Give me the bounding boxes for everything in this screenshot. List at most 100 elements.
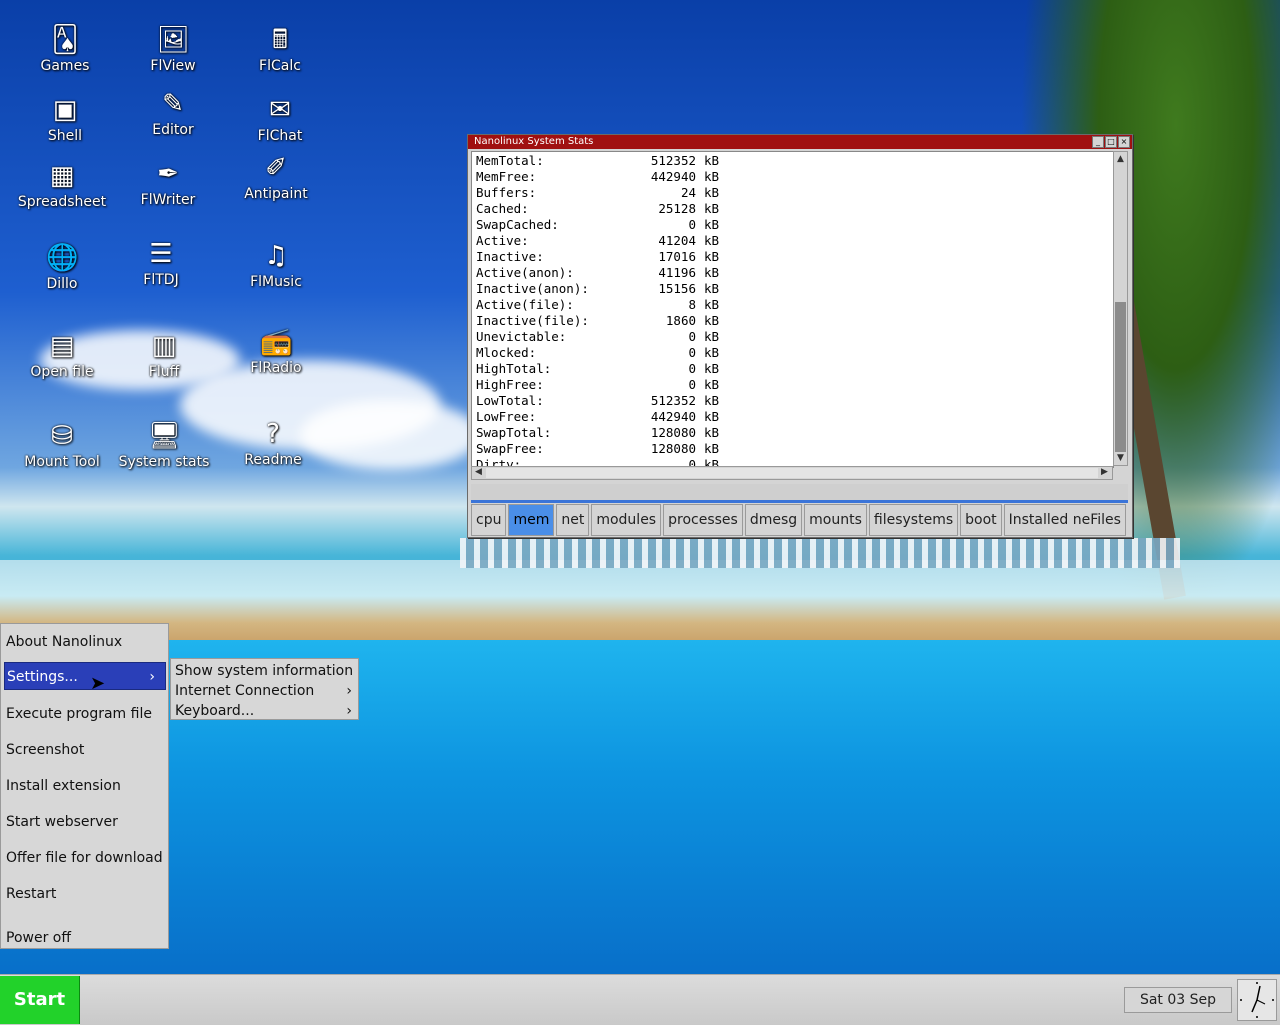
taskbar-date[interactable]: Sat 03 Sep bbox=[1124, 987, 1232, 1013]
stat-key: Inactive: bbox=[476, 249, 544, 264]
tab-dmesg[interactable]: dmesg bbox=[744, 504, 803, 536]
desktop-icon-games[interactable]: 🂡 Games bbox=[10, 24, 120, 74]
monitor-icon: 🖥 bbox=[148, 421, 182, 451]
desktop-icon-dillo[interactable]: 🌐 Dillo bbox=[7, 242, 117, 292]
stat-row: LowFree: 442940 kB bbox=[476, 409, 719, 425]
desktop-icon-label: FlCalc bbox=[259, 58, 301, 74]
stat-key: SwapCached: bbox=[476, 217, 559, 232]
desktop-icon-fluff[interactable]: ▥ Fluff bbox=[109, 330, 219, 380]
menu-item-start-webserver[interactable]: Start webserver bbox=[4, 808, 166, 836]
writer-pen-icon: ✒ bbox=[157, 159, 179, 189]
stat-key: HighTotal: bbox=[476, 361, 552, 376]
menu-item-about-nanolinux[interactable]: About Nanolinux bbox=[4, 628, 166, 656]
stat-value: 128080 bbox=[650, 441, 696, 456]
stat-key: Active: bbox=[476, 233, 529, 248]
vertical-scrollbar[interactable]: ▲ ▼ bbox=[1113, 151, 1128, 466]
scroll-right-icon[interactable]: ▶ bbox=[1098, 465, 1111, 479]
tab-mem[interactable]: mem bbox=[508, 504, 555, 536]
desktop-icon-label: Open file bbox=[30, 364, 94, 380]
stat-row: MemFree: 442940 kB bbox=[476, 169, 719, 185]
stat-row: Inactive: 17016 kB bbox=[476, 249, 719, 265]
start-button[interactable]: Start bbox=[0, 976, 80, 1024]
close-icon[interactable]: × bbox=[1118, 136, 1130, 148]
menu-item-power-off[interactable]: Power off bbox=[4, 924, 166, 952]
desktop-icon-flwriter[interactable]: ✒ FlWriter bbox=[113, 158, 223, 208]
image-viewer-icon: 🖼 bbox=[157, 25, 191, 55]
submenu-item-show-system-information[interactable]: Show system information bbox=[175, 661, 356, 681]
system-stats-window: Nanolinux System Stats _ □ × MemTotal: 51… bbox=[467, 134, 1133, 538]
menu-item-restart[interactable]: Restart bbox=[4, 880, 166, 908]
desktop-icon-label: FlWriter bbox=[140, 192, 196, 208]
tab-mounts[interactable]: mounts bbox=[804, 504, 867, 536]
horizontal-scroll-thumb[interactable] bbox=[486, 468, 1098, 478]
tab-net[interactable]: net bbox=[556, 504, 590, 536]
submenu-item-internet-connection[interactable]: Internet Connection › bbox=[175, 681, 356, 701]
stat-unit: kB bbox=[704, 361, 720, 376]
scroll-up-icon[interactable]: ▲ bbox=[1114, 152, 1127, 166]
help-question-icon: ? bbox=[266, 419, 280, 449]
tab-boot[interactable]: boot bbox=[960, 504, 1002, 536]
menu-item-execute-program-file[interactable]: Execute program file bbox=[4, 700, 166, 728]
desktop-icon-system-stats[interactable]: 🖥 System stats bbox=[109, 420, 219, 470]
file-manager-icon: ▥ bbox=[151, 331, 177, 361]
stat-key: Active(file): bbox=[476, 297, 574, 312]
stat-unit: kB bbox=[704, 185, 720, 200]
stat-value: 128080 bbox=[650, 425, 696, 440]
maximize-icon[interactable]: □ bbox=[1105, 136, 1117, 148]
stat-value: 0 bbox=[688, 361, 696, 376]
stat-row: SwapTotal: 128080 kB bbox=[476, 425, 719, 441]
desktop-icon-open-file[interactable]: ▤ Open file bbox=[7, 330, 117, 380]
stat-value: 17016 bbox=[658, 249, 696, 264]
notes-icon: ☰ bbox=[149, 239, 173, 269]
tab-modules[interactable]: modules bbox=[591, 504, 662, 536]
stat-value: 512352 bbox=[650, 153, 696, 168]
submenu-item-label: Keyboard... bbox=[175, 703, 255, 719]
menu-item-install-extension[interactable]: Install extension bbox=[4, 772, 166, 800]
stats-text-area[interactable]: MemTotal: 512352 kB MemFree: 442940 kB Buffers… bbox=[471, 151, 1114, 468]
window-titlebar[interactable]: Nanolinux System Stats _ □ × bbox=[468, 135, 1132, 149]
desktop-icon-fltdj[interactable]: ☰ FlTDJ bbox=[106, 238, 216, 288]
stat-value: 15156 bbox=[658, 281, 696, 296]
desktop-icon-flview[interactable]: 🖼 FlView bbox=[118, 24, 228, 74]
desktop-icon-antipaint[interactable]: ✐ Antipaint bbox=[221, 152, 331, 202]
stat-unit: kB bbox=[704, 409, 720, 424]
tab-processes[interactable]: processes bbox=[663, 504, 743, 536]
desktop-icon-spreadsheet[interactable]: ▦ Spreadsheet bbox=[7, 160, 117, 210]
menu-item-screenshot[interactable]: Screenshot bbox=[4, 736, 166, 764]
desktop-icon-label: FlMusic bbox=[250, 274, 302, 290]
desktop-icon-flradio[interactable]: 📻 FlRadio bbox=[221, 326, 331, 376]
desktop-icon-readme[interactable]: ? Readme bbox=[218, 418, 328, 468]
submenu-item-keyboard[interactable]: Keyboard... › bbox=[175, 701, 356, 721]
menu-item-label: Screenshot bbox=[6, 742, 85, 758]
stat-key: Mlocked: bbox=[476, 345, 537, 360]
menu-item-settings[interactable]: Settings... › bbox=[4, 662, 166, 690]
stat-key: MemTotal: bbox=[476, 153, 544, 168]
tab-cpu[interactable]: cpu bbox=[471, 504, 507, 536]
playing-cards-icon: 🂡 bbox=[51, 25, 79, 55]
desktop-icon-flchat[interactable]: ✉ FlChat bbox=[225, 94, 335, 144]
stat-row: HighFree: 0 kB bbox=[476, 377, 719, 393]
scroll-down-icon[interactable]: ▼ bbox=[1114, 451, 1127, 465]
stat-key: LowFree: bbox=[476, 409, 537, 424]
chevron-right-icon: › bbox=[346, 703, 352, 719]
vertical-scroll-thumb[interactable] bbox=[1115, 302, 1126, 452]
minimize-icon[interactable]: _ bbox=[1092, 136, 1104, 148]
stat-unit: kB bbox=[704, 345, 720, 360]
desktop-icon-flmusic[interactable]: ♫ FlMusic bbox=[221, 240, 331, 290]
menu-item-offer-file-for-download[interactable]: Offer file for download bbox=[4, 844, 166, 872]
desktop-icon-editor[interactable]: ✎ Editor bbox=[118, 88, 228, 138]
stat-key: Cached: bbox=[476, 201, 529, 216]
horizontal-scrollbar[interactable]: ◀ ▶ bbox=[471, 466, 1113, 480]
stat-unit: kB bbox=[704, 313, 720, 328]
open-file-icon: ▤ bbox=[49, 331, 75, 361]
settings-submenu: Show system information Internet Connecti… bbox=[170, 658, 359, 720]
tab-installed-nefiles[interactable]: Installed neFiles bbox=[1003, 504, 1126, 536]
desktop-icon-flcalc[interactable]: 🖩 FlCalc bbox=[225, 24, 335, 74]
menu-item-label: Settings... bbox=[7, 669, 78, 685]
desktop-icon-mount-tool[interactable]: ⛁ Mount Tool bbox=[7, 420, 117, 470]
analog-clock-icon[interactable] bbox=[1237, 979, 1277, 1021]
scroll-left-icon[interactable]: ◀ bbox=[472, 465, 485, 479]
tab-filesystems[interactable]: filesystems bbox=[868, 504, 959, 536]
desktop-icon-shell[interactable]: ▣ Shell bbox=[10, 94, 120, 144]
terminal-icon: ▣ bbox=[52, 95, 78, 125]
